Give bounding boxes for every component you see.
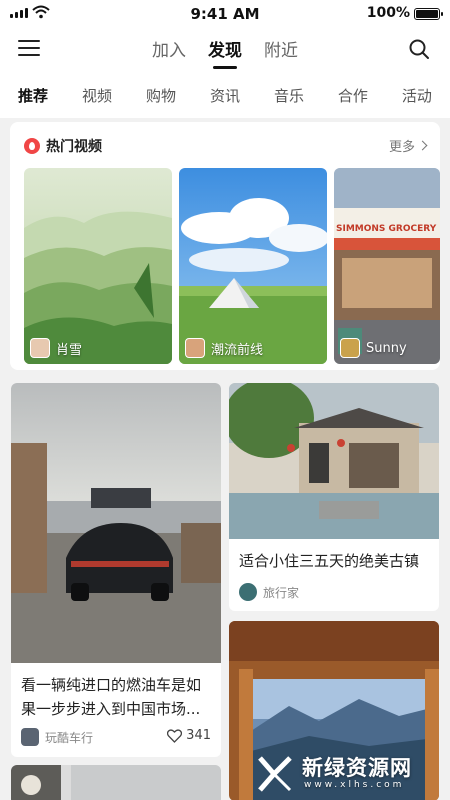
more-link[interactable]: 更多	[388, 136, 428, 155]
ancient-town-image	[229, 383, 439, 539]
like-button[interactable]: 341	[167, 728, 211, 743]
mountains-image	[24, 168, 172, 364]
avatar	[239, 583, 257, 601]
like-count: 341	[186, 728, 211, 743]
watermark-logo-icon	[258, 756, 292, 792]
more-label: 更多	[388, 140, 415, 155]
battery-icon	[414, 8, 443, 20]
watermark: 新绿资源网 www.xlhs.com	[250, 750, 450, 800]
tab-join[interactable]: 加入	[152, 36, 186, 67]
grocery-sign-text: SIMMONS GROCERY	[336, 224, 437, 234]
video-thumbnail-tent[interactable]: 潮流前线	[179, 168, 327, 364]
car-image	[11, 383, 221, 663]
top-tabs: 加入 发现 附近	[0, 36, 450, 69]
category-recommend[interactable]: 推荐	[18, 85, 48, 106]
feed-card-title-line: 果一步步进入到中国市场...	[21, 700, 201, 718]
category-shopping[interactable]: 购物	[146, 85, 176, 106]
watermark-url: www.xlhs.com	[304, 780, 405, 790]
fire-icon	[24, 138, 40, 154]
feed-card-meta: 玩酷车行	[21, 728, 93, 746]
video-author: 肖雪	[56, 342, 83, 358]
hot-videos-section: 热门视频 更多 肖雪 潮流前线 SIMMONS GROCERY Sunny	[10, 122, 440, 370]
video-author: Sunny	[366, 340, 407, 356]
feed-card-image	[11, 765, 221, 800]
hot-videos-header: 热门视频	[24, 136, 102, 156]
feed-card-title: 适合小住三五天的绝美古镇	[239, 552, 420, 570]
category-news[interactable]: 资讯	[210, 85, 240, 106]
category-video[interactable]: 视频	[82, 85, 112, 106]
chevron-right-icon	[417, 140, 428, 151]
avatar	[21, 728, 39, 746]
avatar	[340, 338, 360, 358]
feed-card-author: 玩酷车行	[45, 730, 94, 745]
video-thumbnail-grocery[interactable]: SIMMONS GROCERY Sunny	[334, 168, 440, 364]
heart-icon	[167, 728, 183, 743]
feed-card-title: 看一辆纯进口的燃油车是如 果一步步进入到中国市场...	[21, 673, 216, 721]
feed-card-car[interactable]: 看一辆纯进口的燃油车是如 果一步步进入到中国市场... 玩酷车行 341	[11, 383, 221, 757]
category-events[interactable]: 活动	[402, 85, 432, 106]
tent-image	[179, 168, 327, 364]
watermark-text: 新绿资源网	[302, 756, 412, 780]
hot-videos-title: 热门视频	[46, 139, 102, 155]
video-thumbnail-mountains[interactable]: 肖雪	[24, 168, 172, 364]
video-caption: Sunny	[340, 338, 407, 358]
feed-card-meta: 旅行家	[239, 583, 299, 601]
tab-discover[interactable]: 发现	[208, 36, 242, 69]
category-cooperation[interactable]: 合作	[338, 85, 368, 106]
feed-card-title-line: 看一辆纯进口的燃油车是如	[21, 676, 202, 694]
grocery-image	[334, 168, 440, 364]
feed-card-author: 旅行家	[263, 585, 300, 600]
tab-nearby[interactable]: 附近	[264, 36, 298, 67]
battery-percent: 100%	[366, 5, 410, 21]
video-author: 潮流前线	[211, 342, 264, 358]
avatar	[30, 338, 50, 358]
avatar	[185, 338, 205, 358]
feed-card-partial[interactable]	[11, 765, 221, 800]
status-bar: 9:41 AM 100%	[0, 0, 450, 28]
search-icon[interactable]	[408, 38, 430, 60]
feed-card-ancient-town[interactable]: 适合小住三五天的绝美古镇 旅行家	[229, 383, 439, 611]
category-tabs: 推荐 视频 购物 资讯 音乐 合作 活动	[0, 72, 450, 118]
video-caption: 潮流前线	[185, 338, 263, 358]
video-caption: 肖雪	[30, 338, 82, 358]
top-nav: 加入 发现 附近	[0, 28, 450, 72]
category-music[interactable]: 音乐	[274, 85, 304, 106]
